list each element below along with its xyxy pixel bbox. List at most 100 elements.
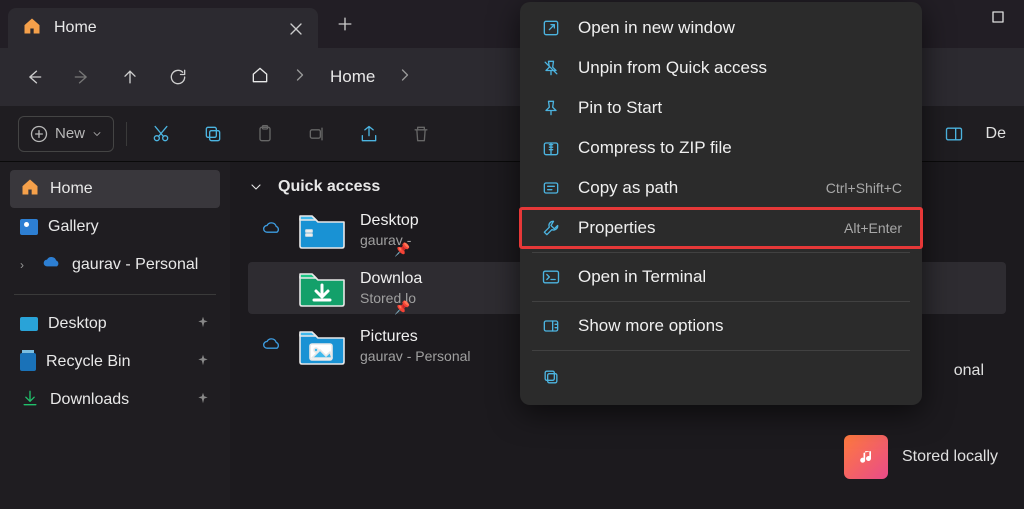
- zip-icon: [540, 137, 562, 159]
- pin-icon: [196, 391, 210, 410]
- separator: [14, 294, 216, 295]
- home-icon: [20, 177, 40, 202]
- music-icon: [844, 435, 888, 479]
- rename-button[interactable]: [295, 116, 339, 152]
- ctx-label: Pin to Start: [578, 98, 662, 118]
- unpin-icon: [540, 57, 562, 79]
- breadcrumb[interactable]: Home: [250, 65, 415, 90]
- sidebar-item-label: Desktop: [48, 315, 107, 333]
- copy-button[interactable]: [191, 116, 235, 152]
- refresh-button[interactable]: [166, 65, 190, 89]
- pin-icon: [540, 97, 562, 119]
- sidebar-item-desktop[interactable]: Desktop: [10, 305, 220, 343]
- up-button[interactable]: [118, 65, 142, 89]
- folder-icon: [298, 210, 346, 250]
- item-name: Downloa: [360, 270, 422, 288]
- copy-icon: [540, 366, 562, 388]
- sidebar: Home Gallery › gaurav - Personal Desktop…: [0, 162, 230, 509]
- cut-button[interactable]: [139, 116, 183, 152]
- chevron-right-icon: [395, 65, 415, 90]
- sidebar-item-label: Home: [50, 180, 93, 198]
- chevron-right-icon[interactable]: ›: [20, 258, 32, 272]
- details-pane-button[interactable]: [932, 116, 976, 152]
- home-icon: [250, 65, 270, 90]
- sidebar-item-label: gaurav - Personal: [72, 256, 198, 274]
- item-sub: gaurav - Personal: [360, 348, 471, 364]
- cloud-icon: [262, 334, 284, 359]
- paste-button[interactable]: [243, 116, 287, 152]
- more-options-icon: [540, 315, 562, 337]
- chevron-down-icon: [248, 179, 264, 195]
- ctx-label: Open in Terminal: [578, 267, 706, 287]
- gallery-icon: [20, 219, 38, 235]
- open-window-icon: [540, 17, 562, 39]
- separator: [532, 252, 910, 253]
- sidebar-item-gallery[interactable]: Gallery: [10, 208, 220, 246]
- ctx-open-terminal[interactable]: Open in Terminal: [520, 257, 922, 297]
- cloud-icon: [262, 218, 284, 243]
- pin-icon: [196, 315, 210, 334]
- ctx-label: Open in new window: [578, 18, 735, 38]
- pin-icon: 📌: [394, 242, 410, 258]
- separator: [532, 301, 910, 302]
- ctx-compress-zip[interactable]: Compress to ZIP file: [520, 128, 922, 168]
- home-icon: [22, 16, 42, 41]
- pin-icon: 📌: [394, 300, 410, 316]
- item-name: Desktop: [360, 212, 419, 230]
- pin-icon: [196, 353, 210, 372]
- ctx-properties[interactable]: Properties Alt+Enter: [520, 208, 922, 248]
- sidebar-item-onedrive[interactable]: › gaurav - Personal: [10, 246, 220, 284]
- ctx-shortcut: Alt+Enter: [844, 220, 902, 236]
- sidebar-item-label: Gallery: [48, 218, 99, 236]
- folder-icon: [298, 268, 346, 308]
- breadcrumb-location[interactable]: Home: [330, 67, 375, 87]
- separator: [126, 122, 127, 146]
- ctx-label: Compress to ZIP file: [578, 138, 732, 158]
- item-name: Pictures: [360, 328, 471, 346]
- back-button[interactable]: [22, 65, 46, 89]
- maximize-button[interactable]: [978, 2, 1018, 32]
- terminal-icon: [540, 266, 562, 288]
- download-icon: [20, 388, 40, 413]
- ctx-show-more-options[interactable]: Show more options: [520, 306, 922, 346]
- desktop-icon: [20, 317, 38, 331]
- section-title: Quick access: [278, 178, 380, 196]
- quick-access-item-music[interactable]: Stored locally: [844, 435, 998, 479]
- details-label: De: [986, 125, 1006, 143]
- share-button[interactable]: [347, 116, 391, 152]
- wrench-icon: [540, 217, 562, 239]
- ctx-open-new-window[interactable]: Open in new window: [520, 8, 922, 48]
- recycle-bin-icon: [20, 353, 36, 371]
- onedrive-icon: [42, 253, 62, 278]
- ctx-label: Copy as path: [578, 178, 678, 198]
- ctx-label: Show more options: [578, 316, 724, 336]
- folder-icon: [298, 326, 346, 366]
- ctx-shortcut: Ctrl+Shift+C: [826, 180, 902, 196]
- ctx-copy-row[interactable]: [520, 355, 922, 399]
- partial-label: onal: [954, 362, 984, 380]
- ctx-label: Unpin from Quick access: [578, 58, 767, 78]
- sidebar-item-home[interactable]: Home: [10, 170, 220, 208]
- ctx-unpin-quick-access[interactable]: Unpin from Quick access: [520, 48, 922, 88]
- sidebar-item-recyclebin[interactable]: Recycle Bin: [10, 343, 220, 381]
- ctx-pin-to-start[interactable]: Pin to Start: [520, 88, 922, 128]
- ctx-copy-path[interactable]: Copy as path Ctrl+Shift+C: [520, 168, 922, 208]
- sidebar-item-label: Recycle Bin: [46, 353, 130, 371]
- tab-title: Home: [54, 19, 274, 37]
- sidebar-item-label: Downloads: [50, 391, 129, 409]
- item-sub: Stored lo: [360, 290, 422, 306]
- new-button-label: New: [55, 125, 85, 142]
- new-button[interactable]: New: [18, 116, 114, 152]
- context-menu: Open in new window Unpin from Quick acce…: [520, 2, 922, 405]
- sidebar-item-downloads[interactable]: Downloads: [10, 381, 220, 419]
- delete-button[interactable]: [399, 116, 443, 152]
- close-icon[interactable]: [286, 19, 304, 37]
- new-tab-button[interactable]: [326, 5, 364, 43]
- forward-button[interactable]: [70, 65, 94, 89]
- item-sub: Stored locally: [902, 448, 998, 466]
- separator: [532, 350, 910, 351]
- chevron-right-icon: [290, 65, 310, 90]
- tab-home[interactable]: Home: [8, 8, 318, 48]
- copy-path-icon: [540, 177, 562, 199]
- ctx-label: Properties: [578, 218, 655, 238]
